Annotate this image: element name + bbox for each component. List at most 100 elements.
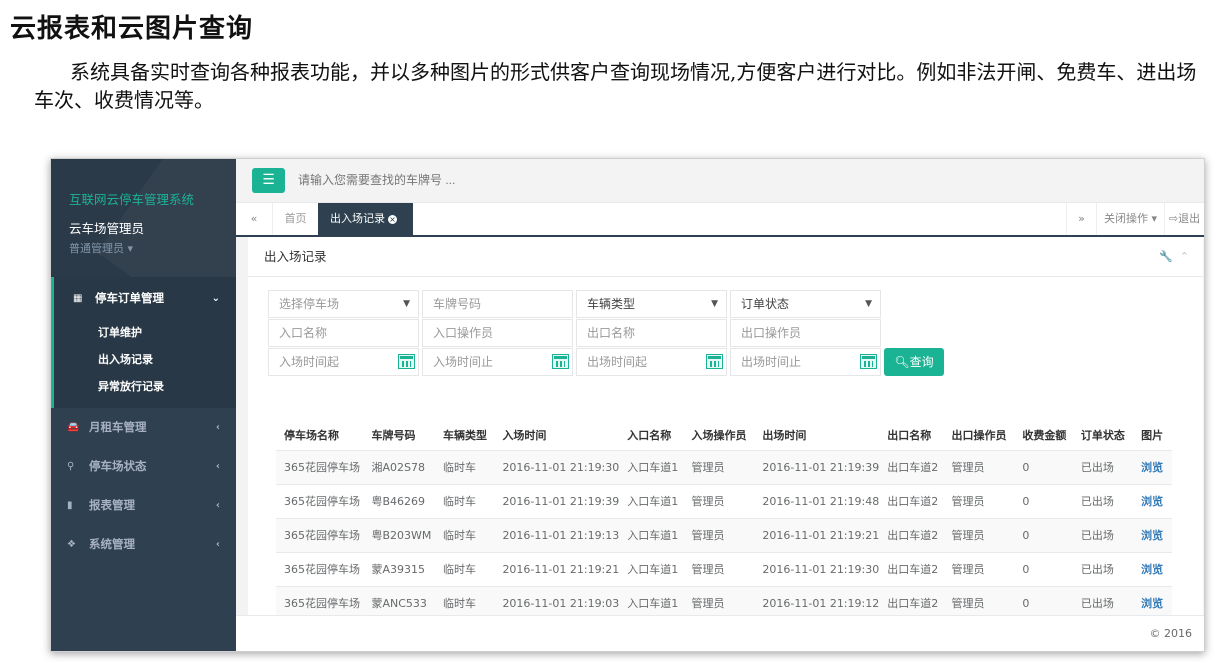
sidebar-item-label: 系统管理 (89, 537, 135, 551)
document-paragraph: 系统具备实时查询各种报表功能，并以多种图片的形式供客户查询现场情况,方便客户进行… (34, 60, 1197, 112)
panel-title: 出入场记录 🔧 ⌃ (248, 237, 1203, 277)
entry-time-to-input[interactable]: 入场时间止 (422, 348, 573, 376)
browse-image-link[interactable]: 浏览 (1133, 552, 1172, 587)
top-bar: ☰ (236, 159, 1204, 203)
plate-search-input[interactable] (298, 169, 698, 191)
table-row[interactable]: 365花园停车场 蒙A39315 临时车 2016-11-01 21:19:21 入口车… (276, 552, 1172, 587)
table-row[interactable]: 365花园停车场 粤B203WM 临时车 2016-11-01 21:19:13 入口车… (276, 518, 1172, 553)
panel-title-text: 出入场记录 (264, 249, 327, 264)
exit-time-from-input[interactable]: 出场时间起 (576, 348, 727, 376)
entry-name-input[interactable]: 入口名称 (268, 319, 419, 347)
app-screenshot: 互联网云停车管理系统 云车场管理员 普通管理员 ▾ ▦ 停车订单管理 ⌄ 订单维… (50, 158, 1205, 652)
profile-block: 互联网云停车管理系统 云车场管理员 普通管理员 ▾ (51, 159, 236, 277)
column-header[interactable]: 图片 (1133, 420, 1172, 451)
column-header[interactable]: 停车场名称 (276, 420, 364, 451)
close-icon[interactable]: × (388, 215, 397, 224)
column-header[interactable]: 车牌号码 (363, 420, 435, 451)
column-header[interactable]: 出场时间 (754, 420, 880, 451)
cubes-icon: ❖ (67, 538, 76, 550)
caret-down-icon: ▾ (1151, 212, 1158, 225)
double-right-icon: » (1078, 212, 1085, 225)
table-cell: 管理员 (683, 450, 755, 485)
column-header[interactable]: 订单状态 (1072, 420, 1134, 451)
column-header[interactable]: 入场时间 (494, 420, 620, 451)
records-panel: 出入场记录 🔧 ⌃ 选择停车场 ▼ 车牌号码 车辆类型 ▼ 订单状态 ▼ 入口名称 入… (248, 237, 1203, 621)
footer: © 2016 (236, 615, 1204, 651)
column-header[interactable]: 出口名称 (879, 420, 944, 451)
sidebar-item-label: 月租车管理 (89, 420, 147, 434)
browse-image-link[interactable]: 浏览 (1133, 518, 1172, 553)
table-cell: 蒙A39315 (363, 552, 435, 587)
user-role-dropdown[interactable]: 普通管理员 ▾ (69, 240, 236, 256)
table-cell: 365花园停车场 (276, 450, 364, 485)
tab-home[interactable]: 首页 (272, 203, 318, 235)
sidebar-item-reports[interactable]: ▮ 报表管理 ‹ (51, 486, 236, 525)
wrench-icon[interactable]: 🔧 (1159, 250, 1173, 263)
sidebar-item-monthly[interactable]: 🚘 月租车管理 ‹ (51, 408, 236, 447)
exit-time-to-input[interactable]: 出场时间止 (730, 348, 881, 376)
records-table: 停车场名称 车牌号码 车辆类型 入场时间 入口名称 入场操作员 出场时间 出口名称 出口操作员收… (276, 420, 1172, 621)
sidebar-item-lot-status[interactable]: ⚲ 停车场状态 ‹ (51, 447, 236, 486)
entry-time-from-input[interactable]: 入场时间起 (268, 348, 419, 376)
table-cell: 出口车道2 (879, 552, 944, 587)
calendar-icon[interactable] (398, 354, 415, 369)
table-cell: 2016-11-01 21:19:48 (754, 484, 880, 519)
column-header[interactable]: 入口名称 (619, 420, 684, 451)
table-cell: 临时车 (435, 484, 495, 519)
column-header[interactable]: 入场操作员 (683, 420, 755, 451)
document-title: 云报表和云图片查询 (10, 14, 254, 44)
column-header[interactable]: 收费金额 (1014, 420, 1073, 451)
vehicle-type-select[interactable]: 车辆类型 ▼ (576, 290, 727, 318)
order-status-select[interactable]: 订单状态 ▼ (730, 290, 881, 318)
user-name: 云车场管理员 (69, 221, 145, 236)
table-row[interactable]: 365花园停车场 粤B46269 临时车 2016-11-01 21:19:39 入口车… (276, 484, 1172, 519)
entry-operator-input[interactable]: 入口操作员 (422, 319, 573, 347)
column-header[interactable]: 出口操作员 (943, 420, 1015, 451)
sidebar-item-order-maintenance[interactable]: 订单维护 (54, 319, 236, 346)
grid-icon: ▦ (73, 292, 83, 304)
exit-name-input[interactable]: 出口名称 (576, 319, 727, 347)
table-body: 365花园停车场 湘A02S78 临时车 2016-11-01 21:19:30 入口车… (276, 450, 1172, 621)
sidebar-item-entry-exit-records[interactable]: 出入场记录 (54, 346, 236, 373)
query-button[interactable]: 🔍︎查询 (884, 348, 944, 376)
table-cell: 管理员 (943, 484, 1015, 519)
menu-toggle-button[interactable]: ☰ (252, 168, 285, 193)
table-cell: 粤B46269 (363, 484, 435, 519)
tab-scroll-left-button[interactable]: « (236, 203, 272, 235)
calendar-icon[interactable] (552, 354, 569, 369)
chevron-down-icon: ⌄ (211, 292, 220, 304)
table-header-row: 停车场名称 车牌号码 车辆类型 入场时间 入口名称 入场操作员 出场时间 出口名称 出口操作员收… (276, 420, 1172, 451)
sidebar-group-orders-header[interactable]: ▦ 停车订单管理 ⌄ (54, 277, 236, 319)
panel-tools: 🔧 ⌃ (1159, 237, 1189, 277)
logout-button[interactable]: ⇨退出 (1164, 203, 1204, 235)
sidebar-item-label: 停车场状态 (89, 459, 147, 473)
table-cell: 0 (1014, 518, 1073, 553)
table-cell: 管理员 (943, 552, 1015, 587)
table-cell: 2016-11-01 21:19:13 (494, 518, 620, 553)
table-row[interactable]: 365花园停车场 湘A02S78 临时车 2016-11-01 21:19:30 入口车… (276, 450, 1172, 485)
close-ops-dropdown[interactable]: 关闭操作 ▾ (1096, 203, 1164, 235)
sidebar-item-abnormal-release[interactable]: 异常放行记录 (54, 373, 236, 400)
table-cell: 365花园停车场 (276, 484, 364, 519)
sidebar-item-system[interactable]: ❖ 系统管理 ‹ (51, 525, 236, 564)
tab-label: 出入场记录 (330, 212, 385, 225)
parking-lot-select[interactable]: 选择停车场 ▼ (268, 290, 419, 318)
double-left-icon: « (250, 212, 258, 225)
query-label: 查询 (909, 355, 934, 369)
table-cell: 已出场 (1072, 552, 1134, 587)
browse-image-link[interactable]: 浏览 (1133, 484, 1172, 519)
tab-scroll-right-button[interactable]: » (1066, 203, 1096, 235)
table-cell: 0 (1014, 450, 1073, 485)
calendar-icon[interactable] (706, 354, 723, 369)
column-header[interactable]: 车辆类型 (435, 420, 495, 451)
table-cell: 2016-11-01 21:19:30 (754, 552, 880, 587)
sidebar: 互联网云停车管理系统 云车场管理员 普通管理员 ▾ ▦ 停车订单管理 ⌄ 订单维… (51, 159, 236, 651)
tab-entry-exit-records[interactable]: 出入场记录 × (318, 203, 413, 235)
calendar-icon[interactable] (860, 354, 877, 369)
chevron-up-icon[interactable]: ⌃ (1180, 250, 1189, 263)
tab-bar: « 首页 出入场记录 × » 关闭操作 ▾ ⇨退出 (236, 203, 1204, 237)
caret-down-icon: ▼ (403, 299, 410, 309)
plate-input[interactable]: 车牌号码 (422, 290, 573, 318)
exit-operator-input[interactable]: 出口操作员 (730, 319, 881, 347)
browse-image-link[interactable]: 浏览 (1133, 450, 1172, 485)
